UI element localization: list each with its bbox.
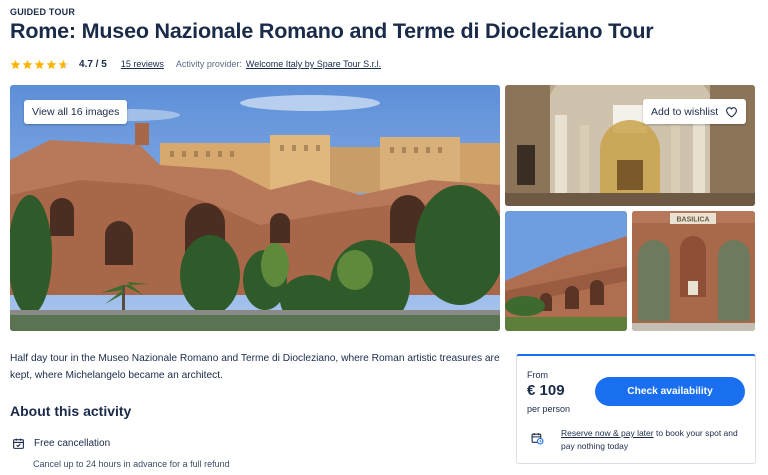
rating-row: 4.7 / 5 15 reviews Activity provider: We… bbox=[10, 57, 381, 71]
provider-link[interactable]: Welcome Italy by Spare Tour S.r.l. bbox=[246, 59, 381, 69]
reserve-now-link[interactable]: Reserve now & pay later bbox=[561, 428, 654, 438]
basilica-sign: BASILICA bbox=[676, 217, 709, 224]
feature-title: Free cancellation bbox=[34, 438, 111, 449]
about-heading: About this activity bbox=[10, 403, 132, 419]
view-all-images-button[interactable]: View all 16 images bbox=[24, 100, 128, 124]
star-icon bbox=[22, 59, 33, 69]
price-value: € 109 bbox=[527, 382, 565, 399]
activity-type-label: GUIDED TOUR bbox=[10, 7, 76, 17]
star-icon bbox=[46, 59, 57, 69]
star-icon bbox=[34, 59, 45, 69]
add-to-wishlist-button[interactable]: Add to wishlist bbox=[643, 99, 747, 124]
rating-score: 4.7 / 5 bbox=[79, 58, 107, 70]
provider-label: Activity provider: bbox=[175, 59, 242, 69]
wishlist-label: Add to wishlist bbox=[651, 105, 719, 118]
reviews-link[interactable]: 15 reviews bbox=[121, 59, 164, 69]
price-per-label: per person bbox=[527, 404, 571, 414]
calendar-clock-icon bbox=[531, 433, 544, 445]
heart-icon bbox=[726, 106, 738, 118]
booking-card: From € 109 per person Check availability… bbox=[516, 354, 756, 464]
price-from-label: From bbox=[527, 370, 548, 380]
feature-subtitle: Cancel up to 24 hours in advance for a f… bbox=[33, 459, 230, 469]
feature-free-cancellation: Free cancellation bbox=[12, 437, 110, 450]
gallery-thumb-basilica-entrance[interactable]: BASILICA bbox=[632, 211, 755, 331]
check-availability-button[interactable]: Check availability bbox=[595, 377, 745, 406]
activity-summary: Half day tour in the Museo Nazionale Rom… bbox=[10, 353, 500, 381]
calendar-check-icon bbox=[13, 438, 24, 449]
star-half-icon bbox=[58, 59, 69, 69]
page-title: Rome: Museo Nazionale Romano and Terme d… bbox=[10, 19, 654, 43]
star-rating bbox=[10, 59, 69, 70]
gallery-thumb-exterior[interactable] bbox=[505, 211, 627, 331]
star-icon bbox=[10, 59, 21, 69]
reserve-now-text: Reserve now & pay later to book your spo… bbox=[561, 427, 753, 453]
